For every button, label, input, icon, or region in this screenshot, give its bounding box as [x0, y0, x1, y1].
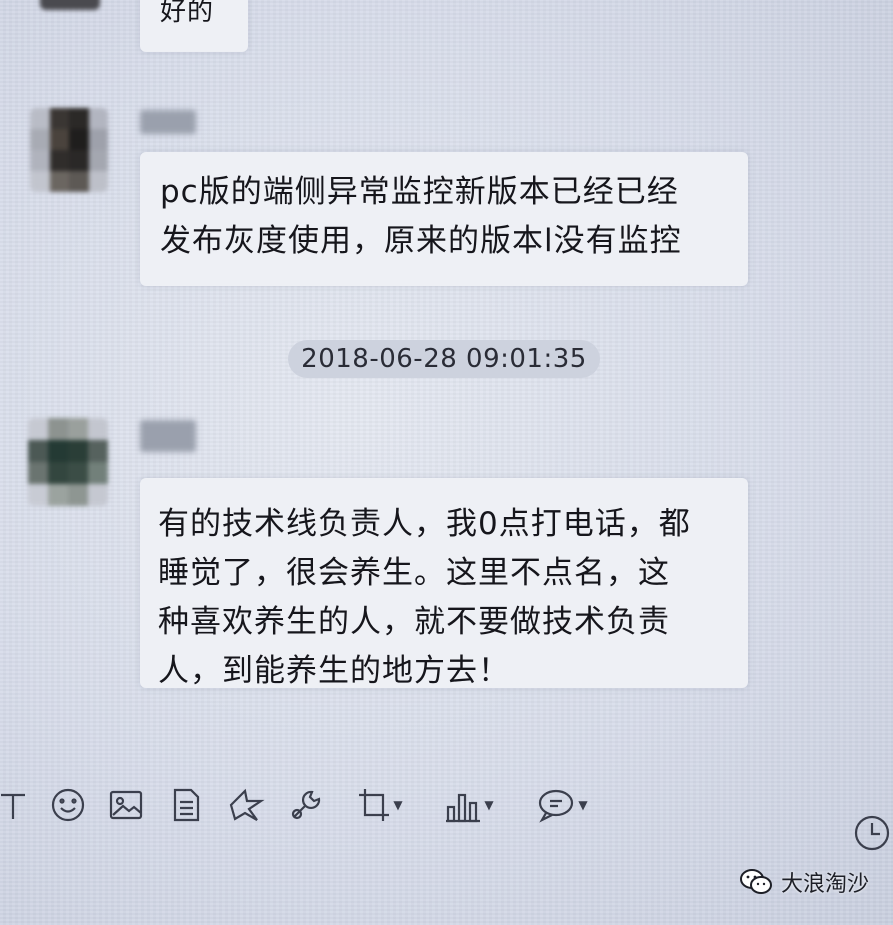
message-bubble[interactable]: pc版的端侧异常监控新版本已经已经 发布灰度使用，原来的版本l没有监控	[140, 152, 748, 286]
chevron-down-icon[interactable]: ▼	[484, 798, 493, 812]
file-icon[interactable]	[166, 780, 206, 830]
chevron-down-icon[interactable]: ▼	[578, 798, 587, 812]
message-bubble[interactable]: 有的技术线负责人，我0点打电话，都 睡觉了，很会养生。这里不点名，这 种喜欢养生…	[140, 478, 748, 689]
crop-icon[interactable]: ▼	[350, 780, 410, 830]
message-text: 种喜欢养生的人，就不要做技术负责	[158, 604, 670, 640]
image-icon[interactable]	[106, 780, 146, 830]
avatar	[40, 0, 100, 10]
clock-icon[interactable]	[852, 808, 892, 858]
watermark-text: 大浪淘沙	[780, 872, 869, 897]
message-text: 有的技术线负责人，我0点打电话，都	[158, 506, 691, 542]
message-text: 发布灰度使用，原来的版本l没有监控	[160, 223, 682, 259]
message-bubble[interactable]: 好的	[140, 0, 248, 52]
sender-name	[140, 110, 196, 134]
chart-icon[interactable]: ▼	[436, 780, 500, 830]
chevron-down-icon[interactable]: ▼	[393, 798, 402, 812]
wrench-icon[interactable]	[286, 780, 326, 830]
emoji-icon[interactable]	[48, 780, 88, 830]
avatar	[28, 418, 108, 506]
message-text: 睡觉了，很会养生。这里不点名，这	[158, 555, 670, 591]
timestamp: 2018-06-28 09:01:35	[288, 340, 600, 378]
message-text: 好的	[160, 0, 215, 27]
message-text: 人，到能养生的地方去！	[158, 653, 510, 689]
sender-name	[140, 420, 196, 452]
wechat-icon	[739, 869, 772, 894]
cut-icon[interactable]	[226, 780, 266, 830]
avatar	[30, 108, 108, 192]
watermark: 大浪淘沙	[739, 866, 869, 898]
message-text: pc版的端侧异常监控新版本已经已经	[160, 174, 679, 210]
input-toolbar: ▼ ▼ ▼	[0, 780, 893, 851]
text-icon[interactable]	[0, 780, 28, 830]
chat-icon[interactable]: ▼	[530, 780, 594, 830]
